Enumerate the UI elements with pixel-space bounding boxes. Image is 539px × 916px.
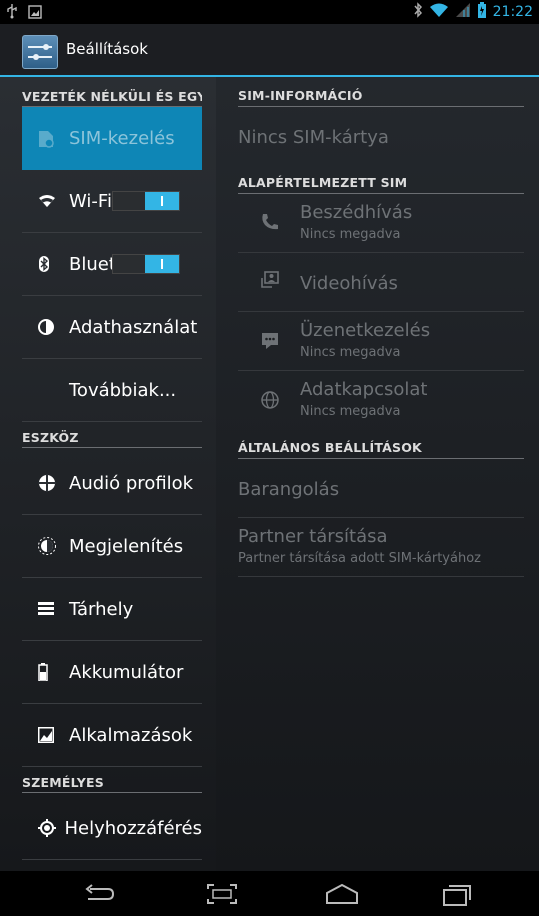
sidebar-item-label: Audió profilok [69,472,194,494]
sidebar-item-label: Wi-Fi [69,190,112,212]
apps-icon [38,727,64,743]
status-bar: 21:22 [0,0,539,24]
signal-icon [455,2,471,22]
bluetooth-icon [38,256,64,272]
no-sim-label: Nincs SIM-kártya [238,127,389,148]
sidebar-item-location[interactable]: Helyhozzáférés [22,797,202,860]
sim-settings-detail: SIM-INFORMÁCIÓ Nincs SIM-kártya ALAPÉRTE… [216,77,539,871]
sidebar-item-label: Adathasználat [69,316,198,338]
data-usage-icon [38,319,64,335]
contact-binding-item[interactable]: Partner társítása Partner társítása adot… [238,518,524,577]
location-icon [38,819,60,837]
battery-icon [38,663,64,681]
voice-call-item[interactable]: Beszédhívás Nincs megadva [238,194,524,253]
storage-icon [38,602,64,616]
wifi-toggle[interactable] [112,191,180,211]
sidebar-item-label: Megjelenítés [69,535,184,557]
globe-icon [260,390,282,412]
messaging-title: Üzenetkezelés [300,320,431,341]
voice-call-title: Beszédhívás [300,202,413,223]
home-icon[interactable] [325,881,359,907]
sidebar-item-wifi[interactable]: Wi-Fi [22,170,202,233]
phone-icon [260,212,282,234]
clock: 21:22 [492,4,533,20]
settings-navigation: VEZETÉK NÉLKÜLI ÉS EGYÉB SIM-kezelés Wi-… [0,77,216,871]
video-call-item[interactable]: Videohívás [238,253,524,312]
contact-binding-title: Partner társítása [238,526,388,547]
wifi-icon [429,2,449,22]
video-call-icon [260,270,282,292]
bluetooth-toggle[interactable] [112,254,180,274]
roaming-item[interactable]: Barangolás [238,459,524,518]
section-header-wireless: VEZETÉK NÉLKÜLI ÉS EGYÉB [22,81,202,107]
screenshot-icon [28,4,42,23]
sidebar-item-label: Alkalmazások [69,724,193,746]
sidebar-item-label: Akkumulátor [69,661,184,683]
section-header-default-sim: ALAPÉRTELMEZETT SIM [238,164,524,194]
page-title: Beállítások [66,40,148,58]
sidebar-item-label: Továbbiak... [69,379,177,401]
sidebar-item-audio-profiles[interactable]: Audió profilok [22,452,202,515]
sidebar-item-sim-management[interactable]: SIM-kezelés [22,107,202,170]
bluetooth-icon [413,2,423,22]
screenshot-capture-icon[interactable] [205,881,239,907]
sidebar-item-battery[interactable]: Akkumulátor [22,641,202,704]
data-connection-item[interactable]: Adatkapcsolat Nincs megadva [238,371,524,429]
section-header-device: ESZKÖZ [22,422,202,448]
recent-apps-icon[interactable] [440,881,474,907]
sidebar-item-data-usage[interactable]: Adathasználat [22,296,202,359]
wifi-icon [38,194,64,208]
contact-binding-subtitle: Partner társítása adott SIM-kártyához [238,551,481,566]
usb-icon [6,3,18,23]
message-icon [260,331,282,353]
display-icon [38,537,64,555]
section-header-general: ÁLTALÁNOS BEÁLLÍTÁSOK [238,429,524,459]
data-connection-subtitle: Nincs megadva [300,404,401,419]
sidebar-item-label: Tárhely [69,598,134,620]
no-sim-item: Nincs SIM-kártya [238,107,524,164]
messaging-item[interactable]: Üzenetkezelés Nincs megadva [238,312,524,371]
sidebar-item-bluetooth[interactable]: Bluetooth [22,233,202,296]
sidebar-item-more[interactable]: Továbbiak... [22,359,202,422]
sidebar-item-label: Helyhozzáférés [64,817,202,839]
action-bar: Beállítások [0,24,539,77]
messaging-subtitle: Nincs megadva [300,345,401,360]
sidebar-item-storage[interactable]: Tárhely [22,578,202,641]
data-connection-title: Adatkapcsolat [300,379,428,400]
sim-icon [38,130,64,148]
sidebar-item-label: SIM-kezelés [69,128,175,149]
audio-profile-icon [38,474,64,492]
section-header-sim-info: SIM-INFORMÁCIÓ [238,77,524,107]
navigation-bar [0,871,539,916]
settings-sliders-icon[interactable] [22,35,58,69]
voice-call-subtitle: Nincs megadva [300,227,401,242]
video-call-title: Videohívás [300,273,398,294]
section-header-personal: SZEMÉLYES [22,767,202,793]
back-icon[interactable] [82,881,116,907]
sidebar-item-apps[interactable]: Alkalmazások [22,704,202,767]
roaming-title: Barangolás [238,479,340,500]
battery-icon [477,2,487,22]
sidebar-item-display[interactable]: Megjelenítés [22,515,202,578]
